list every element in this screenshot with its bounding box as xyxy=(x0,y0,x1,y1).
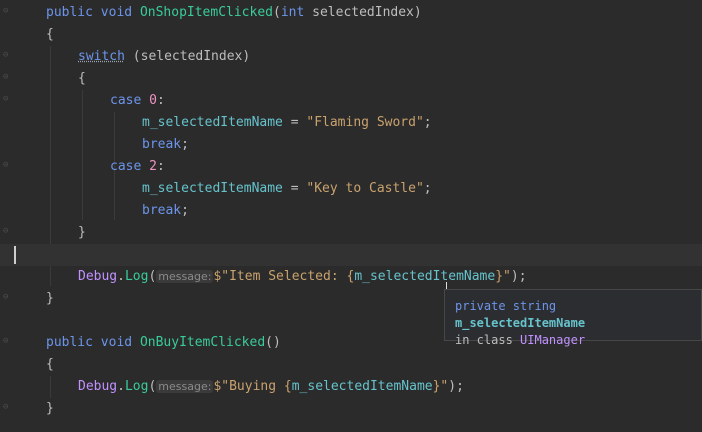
code-line-current[interactable] xyxy=(0,244,702,266)
method-name: Log xyxy=(124,379,149,394)
code-line[interactable]: { xyxy=(0,68,702,90)
op: = xyxy=(282,115,307,130)
code-line-debug-log[interactable]: Debug.Log(message: $"Item Selected: {m_se… xyxy=(0,266,702,288)
number: 0 xyxy=(149,93,157,108)
brace: { xyxy=(46,27,54,42)
brace: } xyxy=(46,401,54,416)
expr: (selectedIndex) xyxy=(124,49,251,64)
string: $"Buying { xyxy=(213,379,292,394)
tooltip-class-name: UIManager xyxy=(520,333,586,347)
punct: ); xyxy=(448,379,464,394)
punct: ; xyxy=(423,181,432,196)
code-line[interactable]: } xyxy=(0,222,702,244)
field[interactable]: m_selectedItemName xyxy=(354,269,495,284)
field: m_selectedItemName xyxy=(142,115,283,130)
tooltip-in-label: in class xyxy=(455,333,513,347)
tooltip-signature: private string m_selectedItemName xyxy=(455,298,691,332)
class-name: Debug xyxy=(78,269,118,284)
method-name: OnBuyItemClicked xyxy=(139,335,266,350)
punct: . xyxy=(117,379,125,394)
field: m_selectedItemName xyxy=(291,379,433,394)
string: }" xyxy=(432,379,449,394)
keyword: void xyxy=(100,335,133,350)
keyword: break xyxy=(142,137,182,152)
code-line-case[interactable]: case 2: xyxy=(0,156,702,178)
code-line[interactable]: } xyxy=(0,398,702,420)
keyword: switch xyxy=(78,49,125,64)
string: $"Item Selected: { xyxy=(213,269,355,284)
string: "Flaming Sword" xyxy=(306,115,424,130)
code-line-assign[interactable]: m_selectedItemName = "Key to Castle"; xyxy=(0,178,702,200)
brace: } xyxy=(46,291,54,306)
method-name: OnShopItemClicked xyxy=(139,5,273,20)
keyword: break xyxy=(142,203,182,218)
string: }" xyxy=(495,269,511,284)
punct: : xyxy=(156,93,165,108)
punct: ( xyxy=(273,5,281,20)
code-line[interactable]: { xyxy=(0,354,702,376)
keyword: public xyxy=(46,5,93,20)
parameter-hint: message: xyxy=(156,270,214,283)
class-name: Debug xyxy=(78,379,118,394)
code-line-break[interactable]: break; xyxy=(0,200,702,222)
param: selectedIndex) xyxy=(304,5,422,20)
punct: . xyxy=(117,269,125,284)
tooltip-modifiers: private string xyxy=(455,299,557,313)
type: int xyxy=(280,5,305,20)
keyword: case xyxy=(110,93,142,108)
tooltip-member: m_selectedItemName xyxy=(455,316,586,330)
brace: { xyxy=(46,357,54,372)
code-line-assign[interactable]: m_selectedItemName = "Flaming Sword"; xyxy=(0,112,702,134)
punct: ; xyxy=(181,203,189,218)
method-name: Log xyxy=(124,269,149,284)
field: m_selectedItemName xyxy=(142,181,283,196)
code-line-debug-log[interactable]: Debug.Log(message: $"Buying {m_selectedIt… xyxy=(0,376,702,398)
punct: ); xyxy=(510,269,527,284)
keyword: void xyxy=(100,5,133,20)
code-line[interactable]: { xyxy=(0,24,702,46)
quick-info-tooltip: private string m_selectedItemName in cla… xyxy=(444,289,702,347)
code-editor[interactable]: ⊖ ⊖ ⊖ ⊖ ⊖ ⊖ ⊖ ⊖ ⊖ public void OnShopItem… xyxy=(0,0,702,432)
punct: : xyxy=(156,159,165,174)
code-line-method-signature[interactable]: public void OnShopItemClicked(int select… xyxy=(0,2,702,24)
parameter-hint: message: xyxy=(156,380,214,393)
tooltip-container: in class UIManager xyxy=(455,332,691,349)
punct: () xyxy=(265,335,281,350)
code-line-switch[interactable]: switch (selectedIndex) xyxy=(0,46,702,68)
keyword: public xyxy=(46,335,93,350)
code-line-break[interactable]: break; xyxy=(0,134,702,156)
string: "Key to Castle" xyxy=(306,181,424,196)
punct: ; xyxy=(181,137,189,152)
code-line-case[interactable]: case 0: xyxy=(0,90,702,112)
keyword: case xyxy=(110,159,142,174)
number: 2 xyxy=(149,159,157,174)
brace: { xyxy=(78,71,86,86)
punct: ; xyxy=(423,115,432,130)
text-caret xyxy=(14,246,16,264)
op: = xyxy=(282,181,307,196)
brace: } xyxy=(78,225,86,240)
